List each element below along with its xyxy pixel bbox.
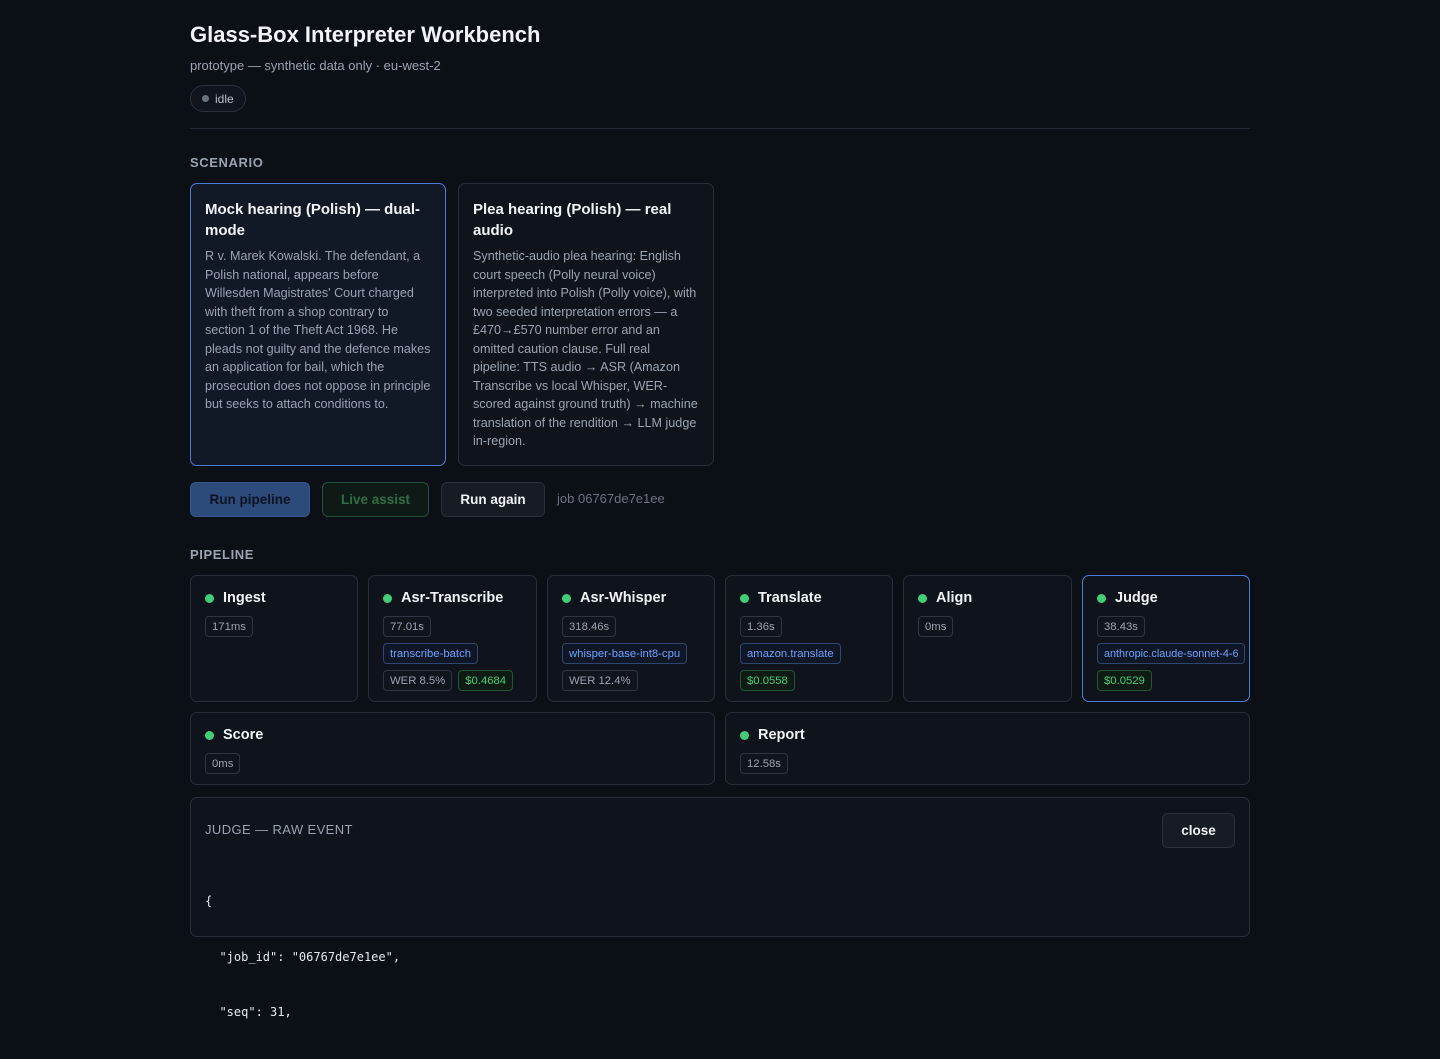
json-line: "job_id": "06767de7e1ee", (205, 949, 401, 964)
stage-card-asr-whisper[interactable]: Asr-Whisper 318.46s whisper-base-int8-cp… (547, 575, 715, 702)
stage-card-translate[interactable]: Translate 1.36s amazon.translate $0.0558 (725, 575, 893, 702)
stage-name: Asr-Whisper (580, 590, 667, 606)
scenario-section-label: SCENARIO (190, 155, 264, 170)
status-dot-icon (562, 593, 571, 603)
stage-model-badge: amazon.translate (740, 643, 841, 664)
stage-duration-badge: 0ms (205, 753, 241, 774)
stage-card-ingest[interactable]: Ingest 171ms (190, 575, 358, 702)
raw-event-json: { "job_id": "06767de7e1ee", "seq": 31, (205, 855, 400, 1059)
status-dot-icon (1097, 593, 1106, 603)
stage-card-score[interactable]: Score 0ms (190, 712, 715, 785)
stage-name: Ingest (223, 590, 266, 606)
stage-duration-badge: 171ms (205, 616, 253, 637)
stage-cost-badge: $0.4684 (458, 670, 514, 691)
stage-model-badge: anthropic.claude-sonnet-4-6 (1097, 643, 1246, 664)
live-assist-button[interactable]: Live assist (322, 482, 429, 517)
stage-card-judge[interactable]: Judge 38.43s anthropic.claude-sonnet-4-6… (1082, 575, 1250, 702)
scenario-card-title: Mock hearing (Polish) — dual-mode (205, 201, 421, 239)
status-dot-icon (205, 593, 214, 603)
stage-model-badge: whisper-base-int8-cpu (562, 643, 688, 664)
stage-cost-badge: $0.0529 (1097, 670, 1152, 691)
stage-model-badge: transcribe-batch (383, 643, 478, 664)
stage-card-asr-transcribe[interactable]: Asr-Transcribe 77.01s transcribe-batch W… (368, 575, 537, 702)
scenario-card-mock-hearing[interactable]: Mock hearing (Polish) — dual-mode R v. M… (190, 183, 446, 466)
stage-name: Score (223, 727, 264, 743)
json-line: { (205, 894, 213, 908)
header-divider (190, 128, 1250, 129)
stage-name: Align (936, 590, 973, 606)
stage-name: Report (758, 727, 805, 743)
stage-card-report[interactable]: Report 12.58s (725, 712, 1250, 785)
scenario-card-description: Synthetic-audio plea hearing: English co… (473, 249, 698, 448)
raw-event-title: JUDGE — RAW EVENT (205, 822, 353, 837)
stage-wer-badge: WER 12.4% (562, 670, 638, 691)
stage-duration-badge: 12.58s (740, 753, 788, 774)
status-dot-icon (740, 730, 749, 740)
stage-name: Judge (1115, 590, 1158, 606)
status-label: idle (215, 91, 234, 106)
stage-wer-badge: WER 8.5% (383, 670, 453, 691)
stage-duration-badge: 1.36s (740, 616, 782, 637)
stage-duration-badge: 77.01s (383, 616, 431, 637)
scenario-card-title: Plea hearing (Polish) — real audio (473, 201, 672, 239)
page-subtitle: prototype — synthetic data only · eu-wes… (190, 58, 441, 73)
close-button[interactable]: close (1162, 813, 1235, 848)
page-title: Glass-Box Interpreter Workbench (190, 22, 541, 47)
status-dot-icon (740, 593, 749, 603)
job-id-label: job 06767de7e1ee (557, 491, 665, 506)
json-line: "seq": 31, (205, 1005, 292, 1019)
run-pipeline-button[interactable]: Run pipeline (190, 482, 310, 517)
stage-name: Translate (758, 590, 822, 606)
status-dot-icon (202, 95, 209, 102)
stage-duration-badge: 0ms (918, 616, 954, 637)
scenario-card-plea-hearing[interactable]: Plea hearing (Polish) — real audio Synth… (458, 183, 714, 466)
stage-name: Asr-Transcribe (401, 590, 504, 606)
run-again-button[interactable]: Run again (441, 482, 545, 517)
scenario-card-description: R v. Marek Kowalski. The defendant, a Po… (205, 249, 431, 411)
pipeline-section-label: PIPELINE (190, 547, 255, 562)
status-dot-icon (918, 593, 927, 603)
stage-cost-badge: $0.0558 (740, 670, 795, 691)
status-dot-icon (205, 730, 214, 740)
stage-duration-badge: 318.46s (562, 616, 617, 637)
status-dot-icon (383, 593, 392, 603)
raw-event-panel: JUDGE — RAW EVENT close { "job_id": "067… (190, 797, 1250, 1019)
stage-card-align[interactable]: Align 0ms (903, 575, 1072, 702)
stage-duration-badge: 38.43s (1097, 616, 1145, 637)
status-badge: idle (190, 85, 246, 112)
